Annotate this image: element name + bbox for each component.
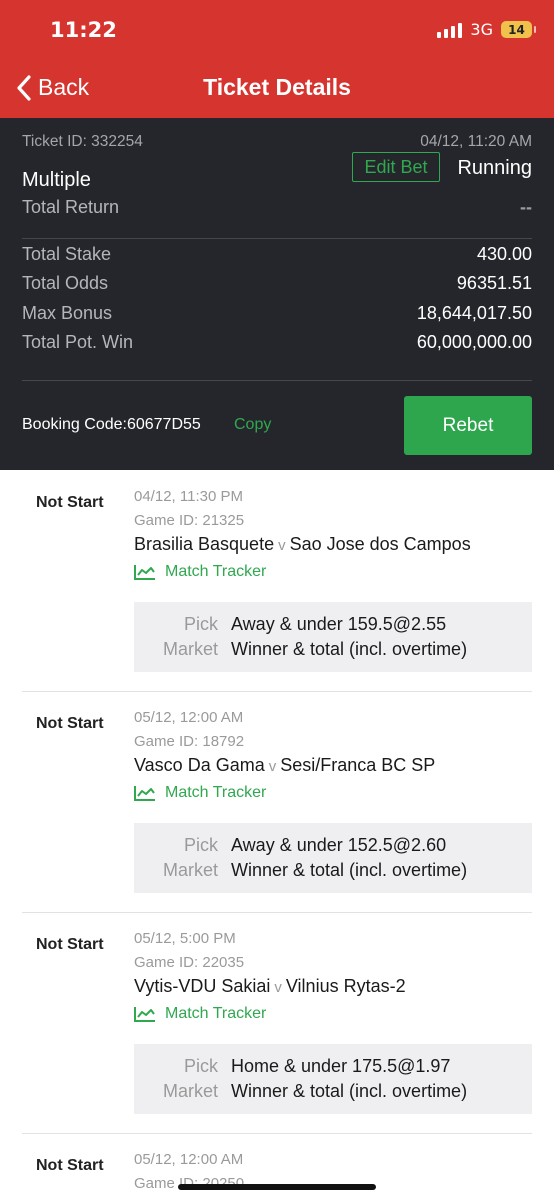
max-bonus-value: 18,644,017.50 (416, 303, 532, 323)
total-return-label: Total Return (22, 197, 120, 217)
market-value: Winner & total (incl. overtime) (231, 639, 468, 659)
game-id: Game ID: 21325 (134, 512, 245, 529)
selection-status: Not Start (36, 494, 104, 511)
pick-label: Pick (183, 835, 218, 855)
battery-level: 14 (508, 22, 525, 37)
booking-code: Booking Code:60677D55 (22, 416, 201, 433)
back-label: Back (38, 74, 90, 100)
battery-icon: 14 (501, 21, 536, 38)
match-teams: Vytis-VDU Sakiai v Vilnius Rytas-2 (134, 976, 406, 997)
match-datetime: 04/12, 11:30 PM (134, 488, 243, 505)
total-odds-label: Total Odds (22, 273, 109, 293)
max-bonus-label: Max Bonus (22, 303, 113, 323)
match-teams: Vasco Da Gama v Sesi/Franca BC SP (134, 755, 435, 776)
match-tracker-label: Match Tracker (165, 784, 267, 801)
rebet-button[interactable]: Rebet (404, 396, 532, 455)
pick-value: Away & under 159.5@2.55 (231, 614, 447, 634)
match-tracker-label: Match Tracker (165, 1005, 267, 1022)
pick-value: Home & under 175.5@1.97 (231, 1056, 451, 1076)
pick-details: Pick Away & under 152.5@2.60 Market Winn… (134, 823, 532, 893)
game-id: Game ID: 18792 (134, 733, 245, 750)
match-datetime: 05/12, 12:00 AM (134, 709, 244, 726)
selection-item: Not Start 05/12, 12:00 AM Game ID: 18792… (0, 691, 554, 913)
versus: v (274, 979, 282, 996)
pick-label: Pick (183, 614, 218, 634)
chart-line-icon (134, 1007, 155, 1022)
chart-line-icon (134, 565, 155, 580)
total-odds-value: 96351.51 (456, 273, 532, 293)
status-indicators: 3G 14 (437, 20, 536, 39)
ticket-state: Running (457, 157, 532, 179)
market-value: Winner & total (incl. overtime) (231, 1081, 468, 1101)
home-team: Brasilia Basquete (134, 534, 275, 554)
market-label: Market (162, 639, 218, 659)
copy-button[interactable]: Copy (234, 416, 271, 434)
away-team: Sao Jose dos Campos (289, 534, 471, 554)
app-header: 11:22 3G 14 Back Ticket Details (0, 0, 554, 118)
edit-bet-button[interactable]: Edit Bet (352, 152, 440, 182)
network-type: 3G (470, 20, 493, 39)
status-time: 11:22 (50, 18, 117, 42)
ticket-datetime: 04/12, 11:20 AM (420, 133, 532, 150)
selection-item: Not Start 05/12, 5:00 PM Game ID: 22035 … (0, 912, 554, 1134)
match-teams: Brasilia Basquete v Sao Jose dos Campos (134, 534, 471, 555)
back-button[interactable]: Back (16, 74, 89, 101)
versus: v (268, 758, 277, 775)
chart-line-icon (134, 786, 155, 801)
selection-status: Not Start (36, 936, 104, 953)
away-team: Sesi/Franca BC SP (280, 755, 436, 775)
match-datetime: 05/12, 5:00 PM (134, 930, 236, 947)
match-tracker-link[interactable]: Match Tracker (134, 563, 266, 581)
ticket-summary: Ticket ID: 332254 04/12, 11:20 AM Multip… (0, 118, 554, 470)
match-tracker-label: Match Tracker (165, 563, 267, 580)
market-value: Winner & total (incl. overtime) (231, 860, 468, 880)
match-tracker-link[interactable]: Match Tracker (134, 784, 266, 802)
bet-type: Multiple (22, 169, 91, 191)
market-label: Market (162, 1081, 218, 1101)
total-stake-label: Total Stake (22, 244, 112, 264)
home-team: Vytis-VDU Sakiai (134, 976, 271, 996)
signal-icon (437, 22, 463, 38)
selection-status: Not Start (36, 715, 104, 732)
selection-status: Not Start (36, 1157, 104, 1174)
game-id: Game ID: 22035 (134, 954, 245, 971)
pick-label: Pick (183, 1056, 218, 1076)
chevron-left-icon (17, 74, 31, 101)
versus: v (278, 537, 286, 554)
home-indicator[interactable] (178, 1184, 376, 1190)
selection-item: Not Start 04/12, 11:30 PM Game ID: 21325… (0, 470, 554, 692)
market-label: Market (162, 860, 218, 880)
divider (22, 238, 532, 239)
away-team: Vilnius Rytas-2 (285, 976, 406, 996)
match-datetime: 05/12, 12:00 AM (134, 1151, 244, 1168)
total-return-value: -- (520, 197, 532, 217)
home-team: Vasco Da Gama (134, 755, 265, 775)
pick-details: Pick Home & under 175.5@1.97 Market Winn… (134, 1044, 532, 1114)
ticket-id: Ticket ID: 332254 (22, 133, 143, 150)
total-pot-win-value: 60,000,000.00 (416, 332, 532, 352)
total-stake-value: 430.00 (476, 244, 532, 264)
pick-details: Pick Away & under 159.5@2.55 Market Winn… (134, 602, 532, 672)
divider (22, 380, 532, 381)
total-pot-win-label: Total Pot. Win (22, 332, 134, 352)
pick-value: Away & under 152.5@2.60 (231, 835, 447, 855)
page-title: Ticket Details (203, 74, 351, 100)
match-tracker-link[interactable]: Match Tracker (134, 1005, 266, 1023)
